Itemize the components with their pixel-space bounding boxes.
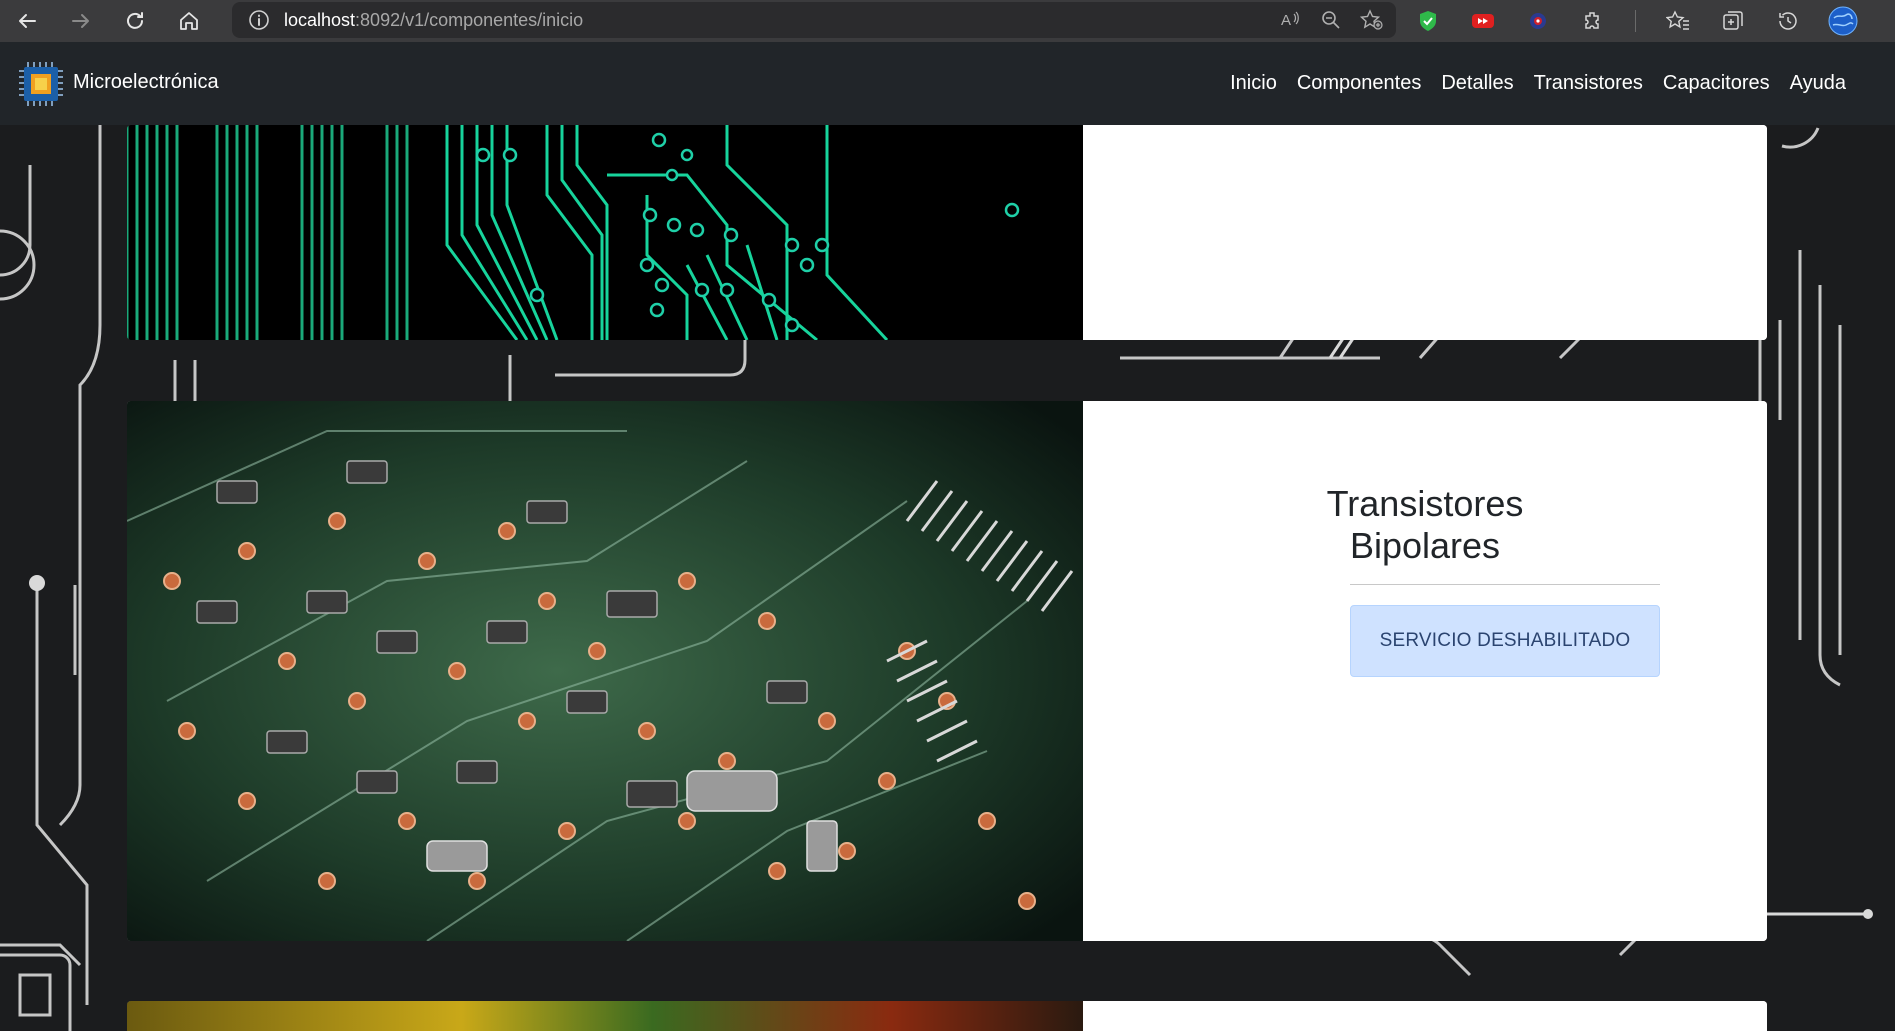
zoom-icon[interactable] — [1320, 9, 1342, 31]
component-card — [127, 1001, 1767, 1031]
info-icon[interactable] — [248, 9, 270, 31]
history-icon[interactable] — [1760, 0, 1815, 42]
flag-extension-icon[interactable] — [1510, 0, 1565, 42]
video-extension-icon[interactable] — [1455, 0, 1510, 42]
title-divider — [1350, 584, 1660, 585]
home-icon[interactable] — [162, 0, 216, 42]
reload-icon[interactable] — [108, 0, 162, 42]
address-bar[interactable]: localhost:8092/v1/componentes/inicio A — [232, 2, 1396, 38]
collections-icon[interactable] — [1705, 0, 1760, 42]
toolbar-separator — [1620, 0, 1650, 42]
profile-avatar[interactable] — [1815, 0, 1870, 42]
nav-links: Inicio Componentes Detalles Transistores… — [1230, 72, 1846, 95]
card-body — [1083, 1001, 1767, 1031]
component-card — [127, 125, 1767, 340]
nav-link-inicio[interactable]: Inicio — [1230, 72, 1277, 95]
nav-link-componentes[interactable]: Componentes — [1297, 72, 1422, 95]
card-body: Transistores Bipolares SERVICIO DESHABIL… — [1083, 401, 1767, 941]
chip-logo-icon[interactable] — [18, 61, 64, 107]
forward-icon[interactable] — [54, 0, 108, 42]
shield-extension-icon[interactable] — [1400, 0, 1455, 42]
nav-link-transistores[interactable]: Transistores — [1534, 72, 1643, 95]
svg-text:A: A — [1281, 12, 1291, 29]
card-title-line2: Bipolares — [1349, 525, 1501, 566]
component-card-transistores-bipolares: Transistores Bipolares SERVICIO DESHABIL… — [127, 401, 1767, 941]
card-body — [1083, 125, 1767, 340]
url-host: localhost — [284, 9, 356, 30]
nav-link-detalles[interactable]: Detalles — [1441, 72, 1513, 95]
back-icon[interactable] — [0, 0, 54, 42]
nav-link-ayuda[interactable]: Ayuda — [1790, 72, 1846, 95]
card-title-line1: Transistores — [1326, 483, 1524, 524]
circuit-board-image — [127, 401, 1083, 941]
add-favorite-icon[interactable] — [1360, 9, 1384, 31]
url-path: :8092/v1/componentes/inicio — [355, 9, 584, 30]
card-title: Transistores Bipolares — [1083, 483, 1767, 567]
browser-toolbar: localhost:8092/v1/componentes/inicio A — [0, 0, 1895, 42]
favorites-icon[interactable] — [1650, 0, 1705, 42]
service-disabled-button[interactable]: SERVICIO DESHABILITADO — [1350, 605, 1660, 677]
read-aloud-icon[interactable]: A — [1280, 9, 1302, 31]
url-text[interactable]: localhost:8092/v1/componentes/inicio — [284, 10, 583, 31]
brand-name[interactable]: Microelectrónica — [73, 71, 219, 94]
extensions-puzzle-icon[interactable] — [1565, 0, 1620, 42]
nav-link-capacitores[interactable]: Capacitores — [1663, 72, 1770, 95]
card-image — [127, 125, 1083, 340]
card-image — [127, 1001, 1083, 1031]
app-navbar: Microelectrónica Inicio Componentes Deta… — [0, 42, 1895, 125]
